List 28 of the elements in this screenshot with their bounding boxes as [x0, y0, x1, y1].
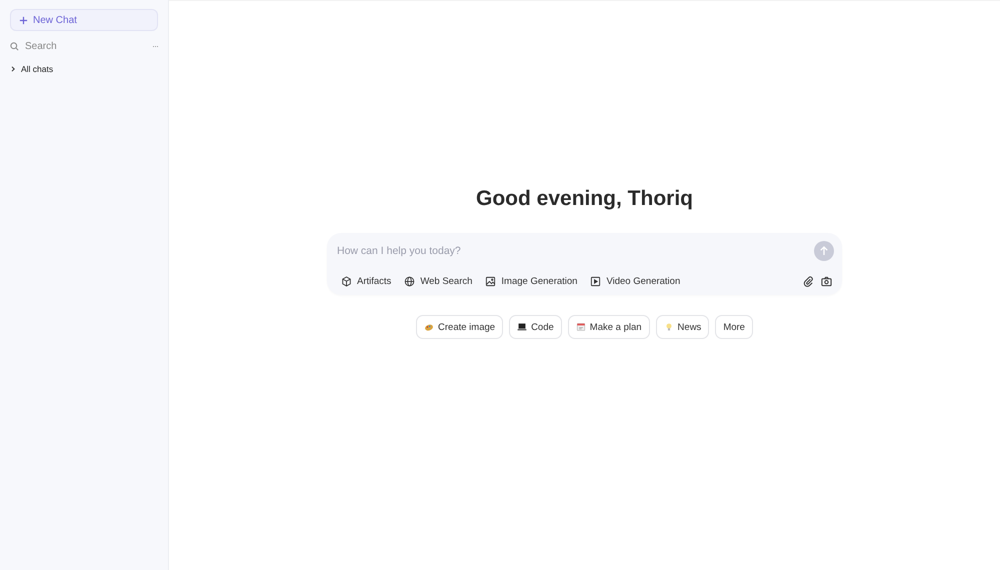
search-field[interactable]: Search [25, 40, 115, 52]
cube-icon [341, 276, 352, 287]
suggestion-chip[interactable]: More [715, 315, 753, 339]
search-icon [10, 42, 19, 50]
tool-button[interactable]: Video Generation [590, 276, 680, 287]
tool-button[interactable]: Web Search [404, 276, 472, 287]
globe-icon [404, 276, 416, 287]
suggestion-chip[interactable]: News [656, 315, 710, 339]
tool-button[interactable]: Artifacts [341, 276, 392, 287]
suggestion-chip[interactable]: Create image [416, 315, 504, 339]
new-chat-button[interactable]: New Chat [10, 9, 158, 31]
greeting-heading: Good evening, Thoriq [476, 187, 693, 212]
image-icon [485, 276, 496, 287]
calendar-icon [576, 322, 586, 332]
paperclip-icon[interactable] [803, 276, 814, 287]
laptop-icon [517, 322, 528, 332]
suggestion-chip[interactable]: Code [509, 315, 562, 339]
tool-button[interactable]: Image Generation [485, 276, 578, 287]
camera-icon[interactable] [821, 276, 832, 287]
lightbulb-icon [664, 322, 674, 332]
plus-icon [19, 16, 28, 24]
more-options-button[interactable]: ··· [152, 41, 158, 51]
palette-icon [424, 322, 434, 332]
play-icon [590, 276, 602, 287]
suggestion-chip[interactable]: Make a plan [568, 315, 650, 339]
message-input[interactable]: How can I help you today? [337, 245, 814, 257]
all-chats-toggle[interactable]: All chats [10, 62, 158, 76]
arrow-up-icon [819, 246, 829, 256]
